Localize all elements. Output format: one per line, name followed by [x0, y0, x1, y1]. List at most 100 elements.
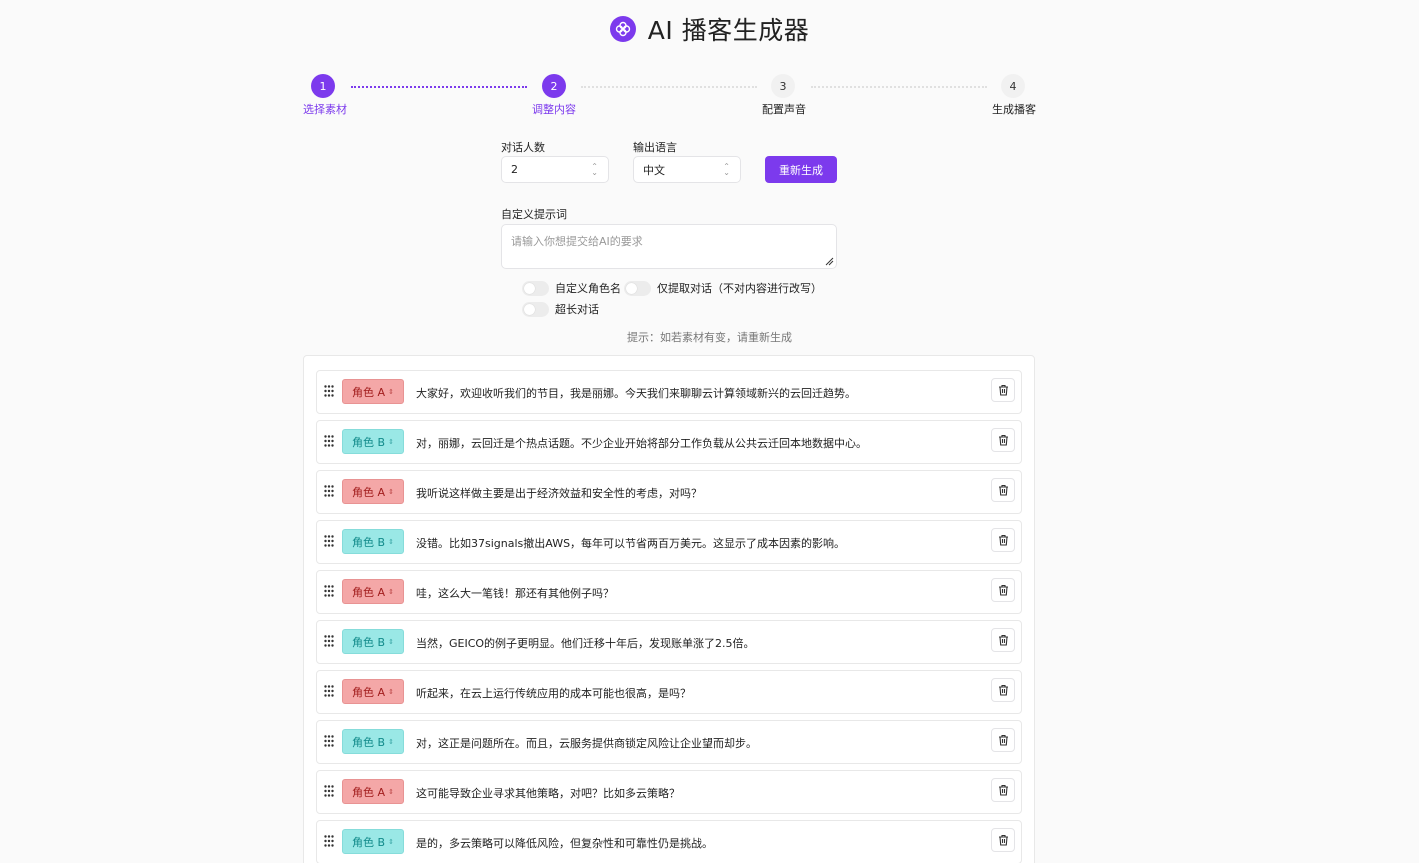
speakers-select[interactable]: 2 ⌃ ⌄ [501, 156, 609, 183]
dialogue-text[interactable]: 大家好，欢迎收听我们的节目，我是丽娜。今天我们来聊聊云计算领域新兴的云回迁趋势。 [416, 385, 856, 401]
drag-handle-icon[interactable] [324, 585, 334, 597]
role-select[interactable]: 角色 A ⇕ [342, 579, 404, 604]
drag-handle-icon[interactable] [324, 785, 334, 797]
trash-icon [998, 534, 1008, 546]
role-select[interactable]: 角色 B ⇕ [342, 429, 404, 454]
flower-logo-icon [609, 16, 636, 42]
dialogue-row[interactable]: 角色 A ⇕ 我听说这样做主要是出于经济效益和安全性的考虑，对吗？ [316, 470, 1022, 514]
dialogue-row[interactable]: 角色 A ⇕ 大家好，欢迎收听我们的节目，我是丽娜。今天我们来聊聊云计算领域新兴的… [316, 370, 1022, 414]
role-select[interactable]: 角色 A ⇕ [342, 679, 404, 704]
page: AI 播客生成器 1 选择素材 2 调整内容 3 配置声音 4 生成播客 对话人… [0, 0, 1419, 863]
dialogue-row[interactable]: 角色 A ⇕ 哇，这么大一笔钱！那还有其他例子吗？ [316, 570, 1022, 614]
dialogue-row[interactable]: 角色 A ⇕ 听起来，在云上运行传统应用的成本可能也很高，是吗？ [316, 670, 1022, 714]
drag-handle-icon[interactable] [324, 535, 334, 547]
language-label: 输出语言 [633, 141, 677, 154]
trash-icon [998, 384, 1008, 396]
dialogue-text[interactable]: 哇，这么大一笔钱！那还有其他例子吗？ [416, 585, 614, 601]
role-select[interactable]: 角色 A ⇕ [342, 479, 404, 504]
trash-icon [998, 484, 1008, 496]
dialogue-row[interactable]: 角色 B ⇕ 没错。比如37signals撤出AWS，每年可以节省两百万美元。这显… [316, 520, 1022, 564]
regenerate-hint: 提示：如若素材有变，请重新生成 [627, 331, 792, 344]
toggle-switch[interactable] [624, 280, 651, 296]
role-select[interactable]: 角色 B ⇕ [342, 529, 404, 554]
dialogue-text[interactable]: 对，丽娜，云回迁是个热点话题。不少企业开始将部分工作负载从公共云迁回本地数据中心… [416, 435, 867, 451]
role-select[interactable]: 角色 B ⇕ [342, 829, 404, 854]
step-2-label[interactable]: 调整内容 [532, 101, 576, 117]
dialogue-text[interactable]: 这可能导致企业寻求其他策略，对吧？比如多云策略？ [416, 785, 680, 801]
dialogue-text[interactable]: 当然，GEICO的例子更明显。他们迁移十年后，发现账单涨了2.5倍。 [416, 635, 755, 651]
toggle-long-dialogue[interactable]: 超长对话 [522, 301, 599, 317]
step-3-label[interactable]: 配置声音 [762, 101, 806, 117]
role-label: 角色 B [352, 435, 386, 449]
step-1-label[interactable]: 选择素材 [303, 101, 347, 117]
dialogue-text[interactable]: 没错。比如37signals撤出AWS，每年可以节省两百万美元。这显示了成本因素… [416, 535, 845, 551]
role-label: 角色 A [352, 585, 386, 599]
drag-handle-icon[interactable] [324, 485, 334, 497]
chevron-updown-icon: ⇕ [388, 587, 394, 596]
prompt-textarea[interactable]: 请输入你想提交给AI的要求 [501, 224, 837, 269]
role-label: 角色 A [352, 785, 386, 799]
role-select[interactable]: 角色 B ⇕ [342, 729, 404, 754]
drag-handle-icon[interactable] [324, 435, 334, 447]
step-4-circle[interactable]: 4 [1001, 74, 1025, 98]
chevron-updown-icon: ⇕ [388, 387, 394, 396]
dialogue-row[interactable]: 角色 A ⇕ 这可能导致企业寻求其他策略，对吧？比如多云策略？ [316, 770, 1022, 814]
dialogue-row[interactable]: 角色 B ⇕ 是的，多云策略可以降低风险，但复杂性和可靠性仍是挑战。 [316, 820, 1022, 863]
prompt-label: 自定义提示词 [501, 208, 567, 221]
role-select[interactable]: 角色 A ⇕ [342, 779, 404, 804]
dialogue-list: 角色 A ⇕ 大家好，欢迎收听我们的节目，我是丽娜。今天我们来聊聊云计算领域新兴的… [303, 355, 1035, 863]
toggle-extract-only[interactable]: 仅提取对话（不对内容进行改写） [624, 280, 822, 296]
delete-button[interactable] [991, 528, 1015, 552]
step-1-circle[interactable]: 1 [311, 74, 335, 98]
trash-icon [998, 734, 1008, 746]
toggle-long-dialogue-label: 超长对话 [555, 303, 599, 316]
step-4-label[interactable]: 生成播客 [992, 101, 1036, 117]
dialogue-row[interactable]: 角色 B ⇕ 当然，GEICO的例子更明显。他们迁移十年后，发现账单涨了2.5倍。 [316, 620, 1022, 664]
delete-button[interactable] [991, 428, 1015, 452]
delete-button[interactable] [991, 828, 1015, 852]
trash-icon [998, 584, 1008, 596]
role-label: 角色 A [352, 685, 386, 699]
role-select[interactable]: 角色 B ⇕ [342, 629, 404, 654]
role-label: 角色 B [352, 535, 386, 549]
drag-handle-icon[interactable] [324, 835, 334, 847]
toggle-switch[interactable] [522, 280, 549, 296]
drag-handle-icon[interactable] [324, 635, 334, 647]
delete-button[interactable] [991, 378, 1015, 402]
step-connector [811, 86, 987, 88]
delete-button[interactable] [991, 728, 1015, 752]
trash-icon [998, 634, 1008, 646]
dialogue-row[interactable]: 角色 B ⇕ 对，丽娜，云回迁是个热点话题。不少企业开始将部分工作负载从公共云迁回… [316, 420, 1022, 464]
dialogue-text[interactable]: 是的，多云策略可以降低风险，但复杂性和可靠性仍是挑战。 [416, 835, 713, 851]
chevron-updown-icon: ⇕ [388, 737, 394, 746]
delete-button[interactable] [991, 628, 1015, 652]
speakers-value: 2 [511, 163, 518, 176]
chevron-updown-icon: ⇕ [388, 487, 394, 496]
toggle-custom-roles[interactable]: 自定义角色名 [522, 280, 621, 296]
chevron-updown-icon: ⇕ [388, 787, 394, 796]
role-select[interactable]: 角色 A ⇕ [342, 379, 404, 404]
drag-handle-icon[interactable] [324, 685, 334, 697]
toggle-extract-only-label: 仅提取对话（不对内容进行改写） [657, 282, 822, 295]
language-value: 中文 [643, 163, 665, 177]
language-select[interactable]: 中文 ⌃ ⌄ [633, 156, 741, 183]
dialogue-text[interactable]: 我听说这样做主要是出于经济效益和安全性的考虑，对吗？ [416, 485, 702, 501]
step-3-circle[interactable]: 3 [771, 74, 795, 98]
drag-handle-icon[interactable] [324, 385, 334, 397]
chevron-updown-icon: ⇕ [388, 437, 394, 446]
toggle-switch[interactable] [522, 301, 549, 317]
delete-button[interactable] [991, 478, 1015, 502]
delete-button[interactable] [991, 778, 1015, 802]
delete-button[interactable] [991, 578, 1015, 602]
regenerate-button[interactable]: 重新生成 [765, 156, 837, 183]
page-title: AI 播客生成器 [647, 16, 810, 45]
dialogue-row[interactable]: 角色 B ⇕ 对，这正是问题所在。而且，云服务提供商锁定风险让企业望而却步。 [316, 720, 1022, 764]
step-2-circle[interactable]: 2 [542, 74, 566, 98]
dialogue-text[interactable]: 听起来，在云上运行传统应用的成本可能也很高，是吗？ [416, 685, 691, 701]
dialogue-text[interactable]: 对，这正是问题所在。而且，云服务提供商锁定风险让企业望而却步。 [416, 735, 757, 751]
drag-handle-icon[interactable] [324, 735, 334, 747]
resize-handle-icon[interactable] [824, 256, 834, 266]
chevron-updown-icon: ⇕ [388, 687, 394, 696]
role-label: 角色 A [352, 385, 386, 399]
delete-button[interactable] [991, 678, 1015, 702]
